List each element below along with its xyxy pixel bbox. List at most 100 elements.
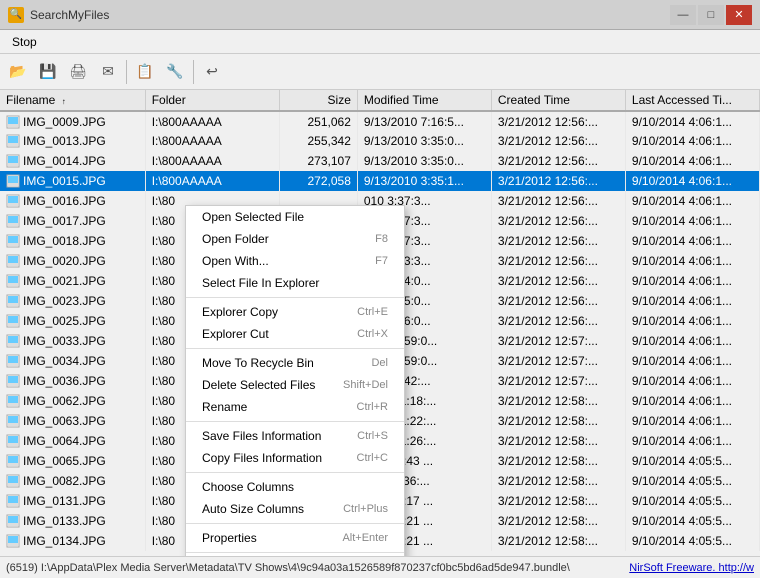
cell-accessed: 9/10/2014 4:06:1... — [625, 231, 759, 251]
sort-arrow: ↑ — [62, 97, 66, 106]
title-bar: 🔍 SearchMyFiles — □ ✕ — [0, 0, 760, 30]
table-row[interactable]: IMG_0009.JPG I:\800AAAAA 251,062 9/13/20… — [0, 111, 760, 131]
context-menu-item[interactable]: Open FolderF8 — [186, 228, 404, 250]
toolbar-btn-new[interactable]: 📂 — [4, 58, 32, 86]
close-button[interactable]: ✕ — [726, 5, 752, 25]
context-menu-item[interactable]: Explorer CutCtrl+X — [186, 323, 404, 345]
cell-created: 3/21/2012 12:56:... — [491, 251, 625, 271]
cell-created: 3/21/2012 12:56:... — [491, 191, 625, 211]
context-menu: Open Selected FileOpen FolderF8Open With… — [185, 205, 405, 556]
context-menu-item[interactable]: RenameCtrl+R — [186, 396, 404, 418]
ctx-item-shortcut: Ctrl+E — [357, 306, 388, 318]
cell-accessed: 9/10/2014 4:06:1... — [625, 371, 759, 391]
cell-accessed: 9/10/2014 4:06:1... — [625, 331, 759, 351]
ctx-separator — [186, 472, 404, 473]
context-menu-item[interactable]: Properties Alt+Enter — [186, 527, 404, 549]
cell-accessed: 9/10/2014 4:05:5... — [625, 531, 759, 551]
minimize-button[interactable]: — — [670, 5, 696, 25]
cell-filename: IMG_0017.JPG — [0, 211, 145, 231]
file-list-container: Filename ↑ Folder Size Modified Time Cre… — [0, 90, 760, 556]
title-controls: — □ ✕ — [670, 5, 752, 25]
context-menu-item[interactable]: Save Files InformationCtrl+S — [186, 425, 404, 447]
col-header-size[interactable]: Size — [279, 90, 357, 111]
ctx-item-label: Open Folder — [202, 232, 269, 246]
cell-folder: I:\800AAAAA — [145, 131, 279, 151]
cell-modified: 9/13/2010 7:16:5... — [357, 111, 491, 131]
col-header-created[interactable]: Created Time — [491, 90, 625, 111]
cell-filename: IMG_0063.JPG — [0, 411, 145, 431]
cell-created: 3/21/2012 12:56:... — [491, 131, 625, 151]
cell-accessed: 9/10/2014 4:06:1... — [625, 171, 759, 191]
context-menu-item[interactable]: Open With...F7 — [186, 250, 404, 272]
context-menu-item[interactable]: Explorer CopyCtrl+E — [186, 301, 404, 323]
context-menu-item[interactable]: Select File In Explorer — [186, 272, 404, 294]
context-menu-item[interactable]: Auto Size Columns Ctrl+Plus — [186, 498, 404, 520]
cell-accessed: 9/10/2014 4:06:1... — [625, 191, 759, 211]
col-header-accessed[interactable]: Last Accessed Ti... — [625, 90, 759, 111]
ctx-item-shortcut: Ctrl+Plus — [343, 503, 388, 515]
cell-filename: IMG_0036.JPG — [0, 371, 145, 391]
cell-accessed: 9/10/2014 4:06:1... — [625, 131, 759, 151]
cell-filename: IMG_0134.JPG — [0, 531, 145, 551]
status-link[interactable]: NirSoft Freeware. http://w — [629, 562, 754, 574]
table-row[interactable]: IMG_0014.JPG I:\800AAAAA 273,107 9/13/20… — [0, 151, 760, 171]
maximize-button[interactable]: □ — [698, 5, 724, 25]
ctx-item-shortcut: Ctrl+C — [357, 452, 388, 464]
table-row[interactable]: IMG_0015.JPG I:\800AAAAA 272,058 9/13/20… — [0, 171, 760, 191]
cell-filename: IMG_0018.JPG — [0, 231, 145, 251]
col-header-modified[interactable]: Modified Time — [357, 90, 491, 111]
toolbar-btn-back[interactable]: ↩ — [198, 58, 226, 86]
cell-created: 3/21/2012 12:57:... — [491, 331, 625, 351]
cell-filename: IMG_0064.JPG — [0, 431, 145, 451]
cell-folder: I:\800AAAAA — [145, 171, 279, 191]
cell-size: 272,058 — [279, 171, 357, 191]
cell-accessed: 9/10/2014 4:06:1... — [625, 411, 759, 431]
cell-filename: IMG_0009.JPG — [0, 111, 145, 131]
cell-accessed: 9/10/2014 4:05:5... — [625, 491, 759, 511]
toolbar-btn-settings[interactable]: 🔧 — [161, 58, 189, 86]
cell-accessed: 9/10/2014 4:06:1... — [625, 291, 759, 311]
ctx-item-shortcut: Alt+Enter — [342, 532, 388, 544]
cell-accessed: 9/10/2014 4:06:1... — [625, 311, 759, 331]
toolbar-btn-copy[interactable]: 📋 — [131, 58, 159, 86]
cell-modified: 9/13/2010 3:35:1... — [357, 171, 491, 191]
toolbar-btn-save[interactable]: 💾 — [34, 58, 62, 86]
context-menu-item[interactable]: Choose Columns — [186, 476, 404, 498]
cell-created: 3/21/2012 12:58:... — [491, 451, 625, 471]
cell-created: 3/21/2012 12:58:... — [491, 491, 625, 511]
ctx-separator — [186, 348, 404, 349]
ctx-item-label: Auto Size Columns — [202, 502, 304, 516]
ctx-item-label: Rename — [202, 400, 247, 414]
toolbar-sep-2 — [193, 60, 194, 84]
toolbar-btn-email[interactable]: ✉ — [94, 58, 122, 86]
ctx-item-shortcut: Del — [371, 357, 388, 369]
menu-stop[interactable]: Stop — [4, 33, 45, 51]
ctx-item-label: Select File In Explorer — [202, 276, 319, 290]
context-menu-item[interactable]: Move To Recycle Bin Del — [186, 352, 404, 374]
context-menu-item[interactable]: Open Selected File — [186, 206, 404, 228]
context-menu-item[interactable]: Copy Files Information Ctrl+C — [186, 447, 404, 469]
toolbar-btn-print[interactable]: 🖨 — [64, 58, 92, 86]
ctx-item-label: Choose Columns — [202, 480, 294, 494]
cell-filename: IMG_0014.JPG — [0, 151, 145, 171]
ctx-item-label: Properties — [202, 531, 257, 545]
cell-created: 3/21/2012 12:56:... — [491, 211, 625, 231]
table-row[interactable]: IMG_0013.JPG I:\800AAAAA 255,342 9/13/20… — [0, 131, 760, 151]
cell-modified: 9/13/2010 3:35:0... — [357, 151, 491, 171]
cell-filename: IMG_0015.JPG — [0, 171, 145, 191]
cell-created: 3/21/2012 12:56:... — [491, 311, 625, 331]
cell-accessed: 9/10/2014 4:06:1... — [625, 351, 759, 371]
toolbar-sep-1 — [126, 60, 127, 84]
cell-accessed: 9/10/2014 4:05:5... — [625, 511, 759, 531]
ctx-item-shortcut: Ctrl+S — [357, 430, 388, 442]
col-header-filename[interactable]: Filename ↑ — [0, 90, 145, 111]
ctx-item-label: Move To Recycle Bin — [202, 356, 314, 370]
ctx-item-label: Copy Files Information — [202, 451, 322, 465]
cell-filename: IMG_0013.JPG — [0, 131, 145, 151]
cell-filename: IMG_0062.JPG — [0, 391, 145, 411]
col-header-folder[interactable]: Folder — [145, 90, 279, 111]
context-menu-item[interactable]: Delete Selected FilesShift+Del — [186, 374, 404, 396]
cell-filename: IMG_0020.JPG — [0, 251, 145, 271]
menu-bar: Stop — [0, 30, 760, 54]
cell-accessed: 9/10/2014 4:06:1... — [625, 111, 759, 131]
